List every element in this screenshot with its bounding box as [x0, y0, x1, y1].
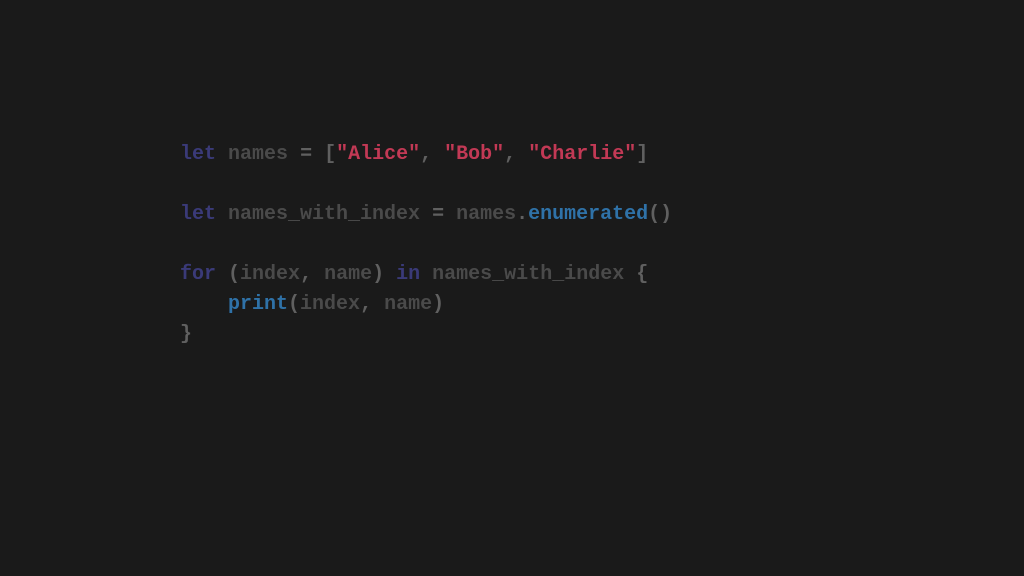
code-block: let names = ["Alice", "Bob", "Charlie"] l… [180, 140, 672, 350]
keyword-for: for [180, 263, 216, 286]
paren-close: ) [432, 293, 444, 316]
paren-close: ) [372, 263, 384, 286]
space [216, 143, 228, 166]
identifier: names [228, 143, 288, 166]
identifier: names_with_index [228, 203, 420, 226]
identifier: name [324, 263, 372, 286]
keyword-in: in [396, 263, 420, 286]
space [312, 143, 324, 166]
space [372, 293, 384, 316]
space [288, 143, 300, 166]
keyword-let: let [180, 203, 216, 226]
comma: , [360, 293, 372, 316]
comma: , [300, 263, 312, 286]
space [384, 263, 396, 286]
space [420, 263, 432, 286]
space [444, 203, 456, 226]
identifier: name [384, 293, 432, 316]
space [312, 263, 324, 286]
comma: , [504, 143, 516, 166]
parens: () [648, 203, 672, 226]
space [624, 263, 636, 286]
string-literal: "Alice" [336, 143, 420, 166]
comma: , [420, 143, 432, 166]
space [432, 143, 444, 166]
equals: = [300, 143, 312, 166]
space [420, 203, 432, 226]
space [216, 203, 228, 226]
identifier: index [300, 293, 360, 316]
method-call: enumerated [528, 203, 648, 226]
keyword-let: let [180, 143, 216, 166]
brace-open: { [636, 263, 648, 286]
space [216, 263, 228, 286]
paren-open: ( [228, 263, 240, 286]
bracket-close: ] [636, 143, 648, 166]
indent [180, 293, 228, 316]
identifier: index [240, 263, 300, 286]
equals: = [432, 203, 444, 226]
space [516, 143, 528, 166]
string-literal: "Charlie" [528, 143, 636, 166]
brace-close: } [180, 323, 192, 346]
bracket-open: [ [324, 143, 336, 166]
identifier: names_with_index [432, 263, 624, 286]
function-call: print [228, 293, 288, 316]
string-literal: "Bob" [444, 143, 504, 166]
paren-open: ( [288, 293, 300, 316]
dot: . [516, 203, 528, 226]
identifier: names [456, 203, 516, 226]
